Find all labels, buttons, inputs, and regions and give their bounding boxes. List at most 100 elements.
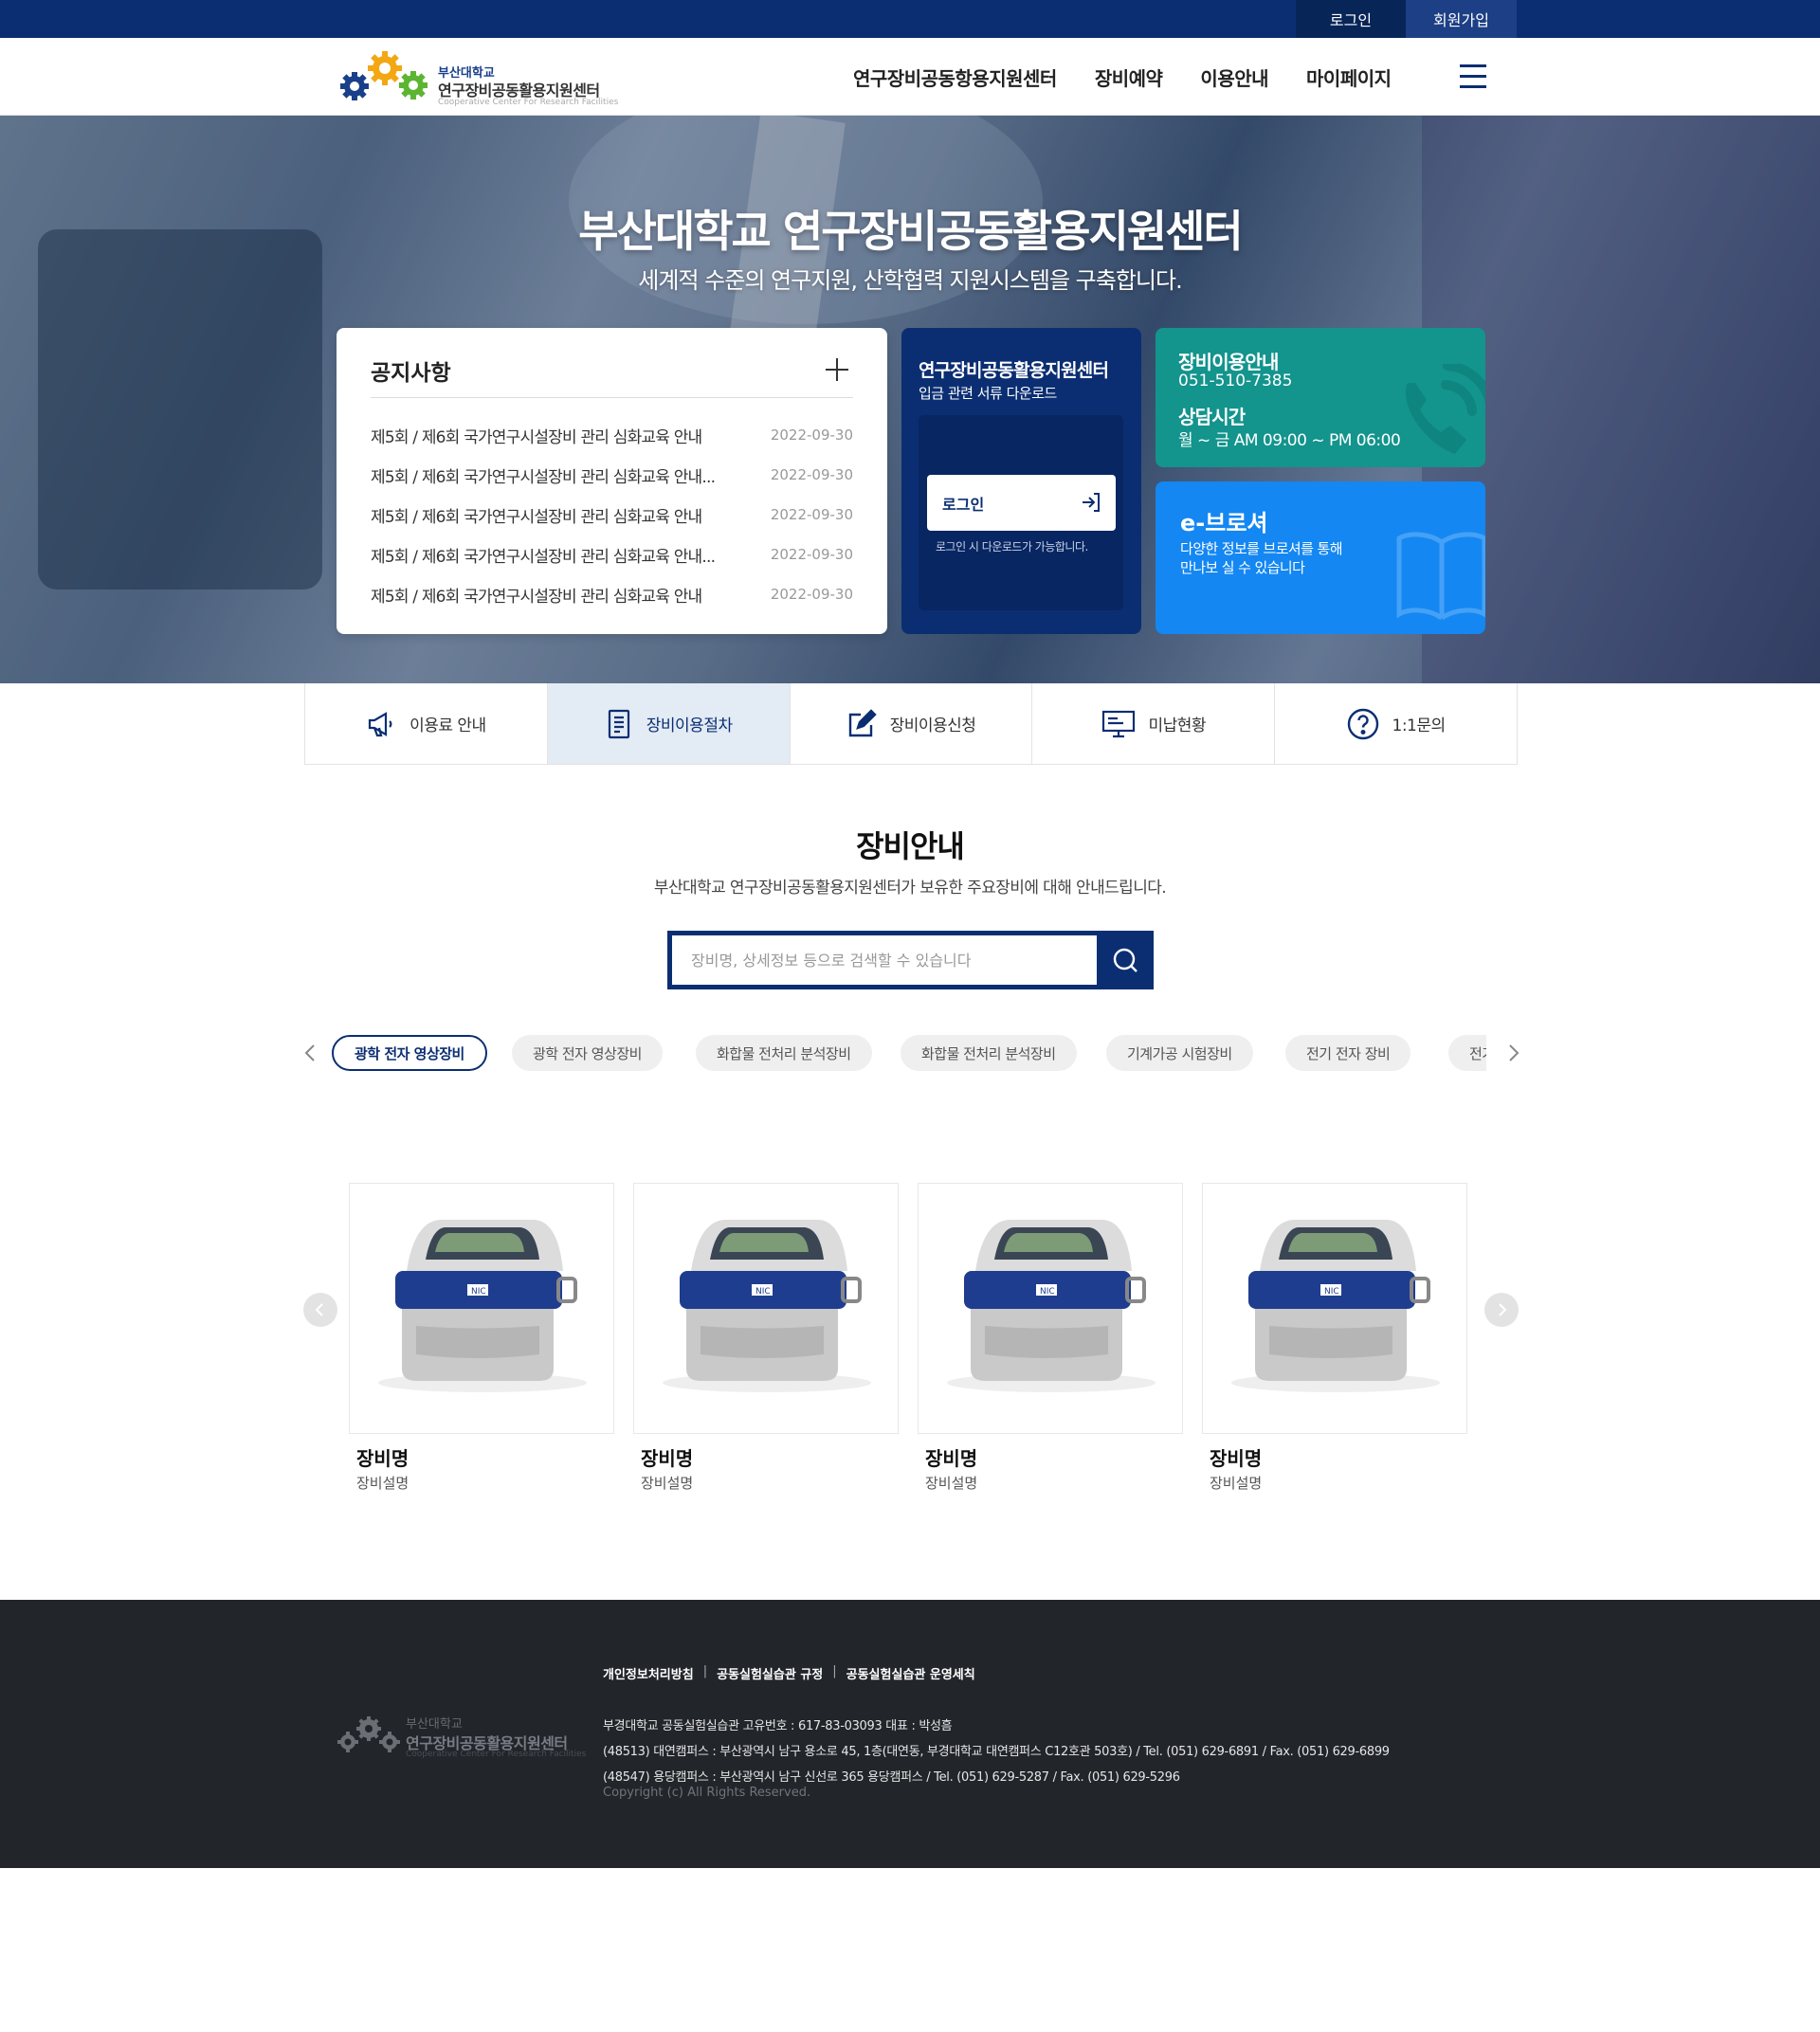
chevron-right-icon[interactable] <box>1503 1043 1522 1063</box>
gears-logo-icon <box>337 1716 400 1752</box>
carousel-prev-button[interactable] <box>303 1293 337 1327</box>
notice-title: 공지사항 <box>371 361 451 386</box>
login-link[interactable]: 로그인 <box>1296 0 1406 38</box>
notice-item[interactable]: 제5회 / 제6회 국가연구시설장비 관리 심화교육 안내... 2022-09-… <box>371 455 853 495</box>
document-download-card: 연구장비공동활용지원센터 입금 관련 서류 다운로드 로그인 로그인 시 다운로… <box>901 328 1141 634</box>
monitor-icon <box>1101 710 1135 737</box>
main-nav: 연구장비공동항용지원센터 장비예약 이용안내 마이페이지 <box>853 38 1392 116</box>
info-hours: 월 ~ 금 AM 09:00 ~ PM 06:00 <box>1178 431 1401 450</box>
footer-address-line: (48513) 대연캠퍼스 : 부산광역시 남구 용소로 45, 1층(대연동,… <box>603 1745 1390 1759</box>
equipment-card[interactable]: NIC 장비명 장비설명 <box>633 1183 899 1493</box>
chevron-left-icon[interactable] <box>301 1043 320 1063</box>
device-badge: NIC <box>471 1287 486 1297</box>
equipment-name: 장비명 <box>1210 1447 1263 1470</box>
notice-item[interactable]: 제5회 / 제6회 국가연구시설장비 관리 심화교육 안내... 2022-09-… <box>371 535 853 574</box>
category-chip[interactable]: 화합물 전처리 분석장비 <box>901 1035 1077 1071</box>
footer-logo: 부산대학교 연구장비공동활용지원센터 Cooperative Center Fo… <box>336 1708 586 1765</box>
info-hours-title: 상담시간 <box>1178 406 1246 428</box>
equipment-image: NIC <box>1202 1183 1467 1434</box>
brochure-title: e-브로셔 <box>1180 510 1268 536</box>
equipment-desc: 장비설명 <box>356 1475 410 1492</box>
category-list: 광학 전자 영상장비 광학 전자 영상장비 화합물 전처리 분석장비 화합물 전… <box>332 1033 1486 1073</box>
search-input[interactable] <box>672 935 1097 985</box>
chevron-right-icon <box>1499 1303 1507 1316</box>
notice-item[interactable]: 제5회 / 제6회 국가연구시설장비 관리 심화교육 안내 2022-09-30 <box>371 495 853 535</box>
device-badge: NIC <box>1040 1287 1055 1297</box>
device-badge: NIC <box>755 1287 771 1297</box>
separator: | <box>832 1664 837 1678</box>
category-chip[interactable]: 화합물 전처리 분석장비 <box>696 1035 872 1071</box>
notice-item-date: 2022-09-30 <box>770 586 853 603</box>
category-chip[interactable]: 전기 전자 장비 <box>1285 1035 1411 1071</box>
e-brochure-card[interactable]: e-브로셔 다양한 정보를 브로셔를 통해 만나보 실 수 있습니다 <box>1156 481 1485 634</box>
equipment-carousel: NIC 장비명 장비설명 NIC 장비명 장비설명 NIC 장비명 장비설명 N… <box>303 1183 1519 1505</box>
quick-item-inquiry[interactable]: 1:1문의 <box>1275 683 1517 764</box>
category-chip[interactable]: 광학 전자 영상장비 <box>512 1035 663 1071</box>
equipment-card[interactable]: NIC 장비명 장비설명 <box>349 1183 614 1493</box>
nav-item-center[interactable]: 연구장비공동항용지원센터 <box>853 64 1057 91</box>
search-icon <box>1113 948 1138 972</box>
equipment-search <box>667 931 1154 989</box>
equipment-card[interactable]: NIC 장비명 장비설명 <box>918 1183 1183 1493</box>
logo-english: Cooperative Center For Research Faciliti… <box>438 98 619 107</box>
more-plus-icon[interactable] <box>826 358 848 381</box>
quick-item-fee[interactable]: 이용료 안내 <box>305 683 548 764</box>
nav-item-guide[interactable]: 이용안내 <box>1200 64 1268 91</box>
hamburger-icon[interactable] <box>1460 64 1486 89</box>
equipment-desc: 장비설명 <box>641 1475 694 1492</box>
search-button[interactable] <box>1097 931 1154 989</box>
divider <box>371 397 853 398</box>
equipment-desc: 장비설명 <box>925 1475 978 1492</box>
equipment-desc: 장비설명 <box>1210 1475 1263 1492</box>
gears-logo-icon <box>340 51 428 100</box>
notice-item-title: 제5회 / 제6회 국가연구시설장비 관리 심화교육 안내 <box>371 587 702 607</box>
notice-item[interactable]: 제5회 / 제6회 국가연구시설장비 관리 심화교육 안내 2022-09-30 <box>371 574 853 614</box>
docs-title: 연구장비공동활용지원센터 <box>919 360 1109 381</box>
category-filter: 광학 전자 영상장비 광학 전자 영상장비 화합물 전처리 분석장비 화합물 전… <box>294 1033 1526 1073</box>
brochure-line2: 만나보 실 수 있습니다 <box>1180 559 1305 576</box>
quick-item-procedure[interactable]: 장비이용절차 <box>547 683 791 764</box>
category-chip[interactable]: 전기 전자 장비 <box>1448 1035 1486 1071</box>
document-icon <box>608 709 629 738</box>
join-link[interactable]: 회원가입 <box>1406 0 1517 38</box>
notice-item-title: 제5회 / 제6회 국가연구시설장비 관리 심화교육 안내 <box>371 507 702 527</box>
site-logo[interactable]: 부산대학교 연구장비공동활용지원센터 Cooperative Center Fo… <box>336 47 620 107</box>
docs-login-button[interactable]: 로그인 <box>927 475 1116 531</box>
footer-link-privacy[interactable]: 개인정보처리방침 <box>603 1664 694 1682</box>
brochure-line1: 다양한 정보를 브로셔를 통해 <box>1180 540 1343 557</box>
notice-item-title: 제5회 / 제6회 국가연구시설장비 관리 심화교육 안내 <box>371 427 702 447</box>
phone-icon <box>1406 364 1485 454</box>
footer-address-line: 부경대학교 공동실험실습관 고유번호 : 617-83-03093 대표 : 박… <box>603 1719 953 1733</box>
footer-link-regulation[interactable]: 공동실험실습관 규정 <box>717 1664 823 1682</box>
category-chip[interactable]: 기계가공 시험장비 <box>1106 1035 1253 1071</box>
quick-item-unpaid[interactable]: 미납현황 <box>1032 683 1276 764</box>
equipment-name: 장비명 <box>356 1447 410 1470</box>
equipment-image: NIC <box>349 1183 614 1434</box>
question-icon <box>1347 708 1378 739</box>
notice-item-date: 2022-09-30 <box>770 506 853 523</box>
site-header: 부산대학교 연구장비공동활용지원센터 Cooperative Center Fo… <box>0 38 1820 116</box>
quick-item-apply[interactable]: 장비이용신청 <box>791 683 1033 764</box>
notice-list: 제5회 / 제6회 국가연구시설장비 관리 심화교육 안내 2022-09-30 … <box>371 415 853 614</box>
equipment-card[interactable]: NIC 장비명 장비설명 <box>1202 1183 1467 1493</box>
chevron-left-icon <box>315 1303 323 1316</box>
equipment-name: 장비명 <box>641 1447 694 1470</box>
quick-item-label: 1:1문의 <box>1392 717 1447 735</box>
book-icon <box>1396 532 1485 621</box>
notice-item-title: 제5회 / 제6회 국가연구시설장비 관리 심화교육 안내... <box>371 467 716 487</box>
info-title: 장비이용안내 <box>1178 351 1279 373</box>
footer-copyright: Copyright (c) All Rights Reserved. <box>603 1786 811 1800</box>
notice-item[interactable]: 제5회 / 제6회 국가연구시설장비 관리 심화교육 안내 2022-09-30 <box>371 415 853 455</box>
nav-item-mypage[interactable]: 마이페이지 <box>1306 64 1392 91</box>
quick-item-label: 미납현황 <box>1148 717 1207 735</box>
equipment-image: NIC <box>918 1183 1183 1434</box>
footer-logo-english: Cooperative Center For Research Faciliti… <box>406 1750 587 1759</box>
nav-item-reservation[interactable]: 장비예약 <box>1095 64 1163 91</box>
edit-icon <box>848 708 877 736</box>
footer-link-rules[interactable]: 공동실험실습관 운영세칙 <box>846 1664 975 1682</box>
site-footer: 부산대학교 연구장비공동활용지원센터 Cooperative Center Fo… <box>0 1600 1820 1868</box>
quick-menu: 이용료 안내 장비이용절차 장비이용신청 미납현황 1:1문의 <box>304 683 1518 765</box>
notice-item-date: 2022-09-30 <box>770 546 853 563</box>
category-chip[interactable]: 광학 전자 영상장비 <box>332 1035 487 1071</box>
carousel-next-button[interactable] <box>1484 1293 1519 1327</box>
